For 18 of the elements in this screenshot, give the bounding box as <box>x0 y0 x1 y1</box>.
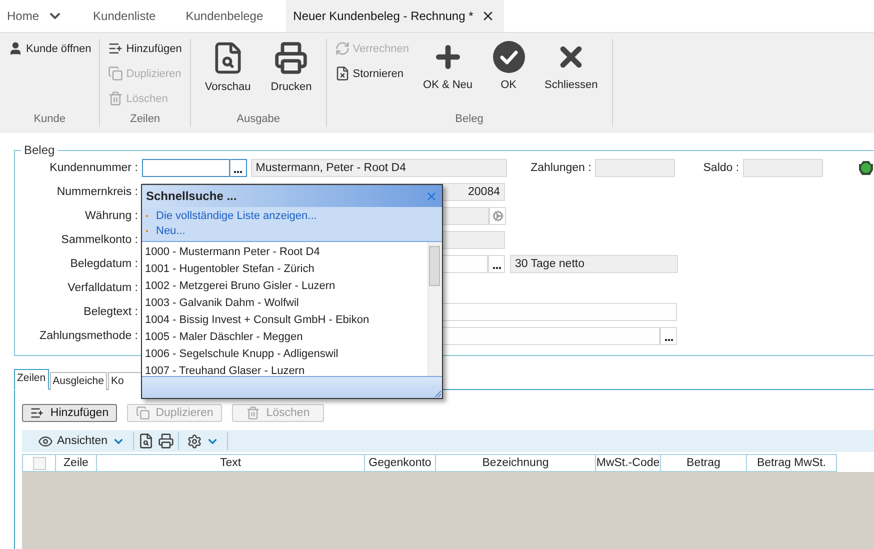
field-label: Saldo : <box>703 162 740 174</box>
popup-title: Schnellsuche ... <box>146 189 237 203</box>
group-label: Ausgabe <box>236 113 282 127</box>
customer-name-field: Mustermann, Peter - Root D4 <box>250 159 507 177</box>
field-label: Verfalldatum : <box>66 282 139 294</box>
group-label: Zeilen <box>129 113 162 127</box>
field-label: Nummernkreis : <box>56 186 139 198</box>
field-label: Zahlungen : <box>530 162 592 174</box>
field-label: Zahlungsmethode : <box>38 330 139 342</box>
field-label: Kundennummer : <box>48 162 139 174</box>
terms-field: 30 Tage netto <box>510 255 678 273</box>
group-title: Beleg <box>23 143 56 157</box>
field-label: Belegtext : <box>82 306 139 318</box>
group-label: Kunde <box>32 113 67 127</box>
field-label: Belegdatum : <box>69 258 139 270</box>
field-label: Sammelkonto : <box>60 234 139 246</box>
field-label: Währung : <box>84 210 139 222</box>
group-label: Beleg <box>454 113 484 127</box>
